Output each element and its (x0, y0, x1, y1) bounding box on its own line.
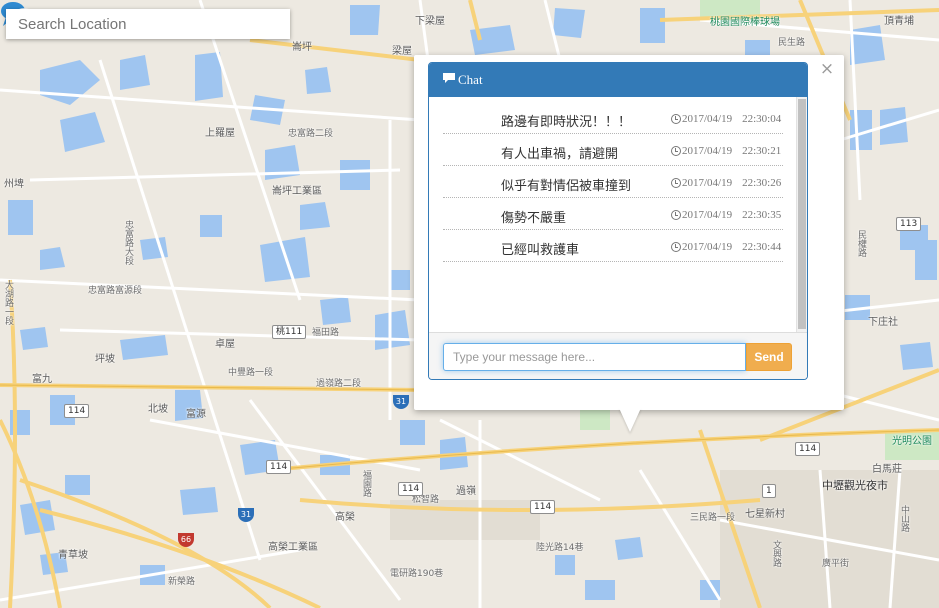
chat-header: Chat (429, 63, 807, 97)
message-date: 2017/04/19 (682, 113, 733, 125)
road-shield: 114 (64, 404, 90, 418)
map-label: 青草坡 (58, 550, 88, 561)
map-label: 中豐路一段 (228, 368, 274, 378)
chat-footer: Send (429, 332, 807, 379)
comment-icon (442, 72, 456, 88)
map-label: 陸光路14巷 (536, 543, 584, 553)
chat-message: 傷勢不嚴重 2017/04/19 22:30:35 (443, 198, 783, 230)
message-timestamp: 2017/04/19 22:30:26 (671, 177, 781, 189)
map-label: 民權路 (856, 230, 866, 257)
map-label: 崙坪 (292, 42, 312, 53)
chat-message: 有人出車禍，請避開 2017/04/19 22:30:21 (443, 134, 783, 166)
message-timestamp: 2017/04/19 22:30:44 (671, 241, 781, 253)
map-label: 頂青埔 (884, 16, 914, 27)
map-label: 三民路一段 (690, 513, 736, 523)
message-text: 傷勢不嚴重 (501, 211, 567, 226)
map-label: 光明公園 (892, 436, 932, 447)
chat-message: 路邊有即時狀況！！！ 2017/04/19 22:30:04 (443, 102, 783, 134)
map-label: 七星新村 (745, 509, 785, 520)
road-shield: 1 (762, 484, 776, 498)
map-label: 下庄社 (868, 317, 898, 328)
message-timestamp: 2017/04/19 22:30:04 (671, 113, 781, 125)
map-label: 過嶺路二段 (316, 379, 362, 389)
road-shield: 114 (398, 482, 424, 496)
send-button[interactable]: Send (746, 343, 792, 371)
scrollbar-thumb[interactable] (798, 99, 806, 329)
map-label: 電研路190巷 (390, 569, 444, 579)
map-label: 崙坪工業區 (272, 186, 322, 197)
search-location-input[interactable] (6, 9, 290, 39)
road-shield: 113 (896, 217, 922, 231)
map-label: 廣平街 (822, 559, 850, 569)
map-label: 富源 (186, 409, 206, 420)
message-date: 2017/04/19 (682, 241, 733, 253)
message-timestamp: 2017/04/19 22:30:21 (671, 145, 781, 157)
chat-message: 似乎有對情侶被車撞到 2017/04/19 22:30:26 (443, 166, 783, 198)
message-date: 2017/04/19 (682, 209, 733, 221)
map-label: 福田路 (312, 328, 340, 338)
message-date: 2017/04/19 (682, 145, 733, 157)
map-label: 忠富路二段 (288, 129, 334, 139)
map-label: 桃園國際棒球場 (710, 17, 780, 28)
map-label: 高榮 (335, 512, 355, 523)
message-timestamp: 2017/04/19 22:30:35 (671, 209, 781, 221)
clock-icon (671, 114, 681, 124)
map-label: 忠富路富源段 (88, 286, 143, 296)
road-shield: 114 (795, 442, 821, 456)
message-time: 22:30:44 (742, 241, 782, 253)
map-label: 過嶺 (456, 486, 476, 497)
message-text: 有人出車禍，請避開 (501, 147, 619, 162)
map-label: 民生路 (778, 38, 806, 48)
map-label: 新榮路 (168, 577, 196, 587)
message-text: 路邊有即時狀況！！！ (501, 115, 632, 130)
map-label: 富九 (32, 374, 52, 385)
message-time: 22:30:26 (742, 177, 782, 189)
map-label: 梁屋 (392, 46, 412, 57)
map-label: 上羅屋 (205, 128, 235, 139)
map-label: 大湖路一段 (3, 280, 13, 325)
map-label: 北坡 (148, 404, 168, 415)
chat-panel: Chat 路邊有即時狀況！！！ 2017/04/19 22:30:04 有人出車禍… (428, 62, 808, 380)
road-shield: 114 (266, 460, 292, 474)
chat-message: 已經叫救護車 2017/04/19 22:30:44 (443, 230, 783, 262)
map-label: 坪坡 (95, 354, 115, 365)
message-text: 已經叫救護車 (501, 243, 580, 258)
map-label: 下梁屋 (415, 16, 445, 27)
map-label: 高榮工業區 (268, 542, 318, 553)
clock-icon (671, 242, 681, 252)
chat-messages[interactable]: 路邊有即時狀況！！！ 2017/04/19 22:30:04 有人出車禍，請避開 … (429, 97, 807, 332)
map-label: 卓屋 (215, 339, 235, 350)
map-label: 文興路 (771, 540, 781, 567)
map-label: 忠富路大段 (123, 220, 133, 265)
message-time: 22:30:04 (742, 113, 782, 125)
clock-icon (671, 178, 681, 188)
chat-title: Chat (458, 72, 483, 87)
map-label: 福園路 (361, 470, 371, 497)
close-icon[interactable]: × (818, 61, 836, 79)
clock-icon (671, 146, 681, 156)
clock-icon (671, 210, 681, 220)
message-date: 2017/04/19 (682, 177, 733, 189)
map-label: 州埤 (4, 179, 24, 190)
message-input[interactable] (443, 343, 746, 371)
chat-scrollbar[interactable] (796, 97, 807, 332)
road-shield: 桃111 (272, 325, 307, 339)
info-window-pointer (619, 408, 641, 432)
message-time: 22:30:21 (742, 145, 782, 157)
map-label: 白馬莊 (872, 464, 902, 475)
message-time: 22:30:35 (742, 209, 782, 221)
road-shield: 114 (530, 500, 556, 514)
map-label: 中山路 (899, 505, 909, 532)
map-label: 中壢觀光夜市 (822, 479, 888, 492)
message-text: 似乎有對情侶被車撞到 (501, 179, 632, 194)
